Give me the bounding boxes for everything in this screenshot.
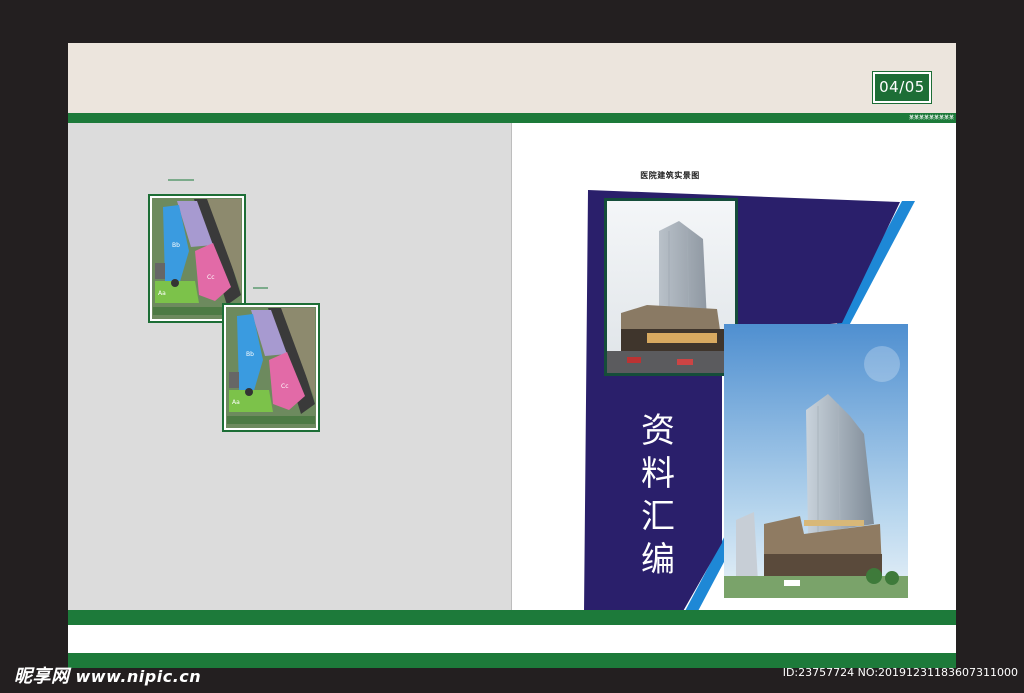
watermark-id: ID:23757724 NO:20191231183607311000 <box>782 666 1018 679</box>
title-char: 汇 <box>641 497 677 537</box>
title-char: 资 <box>641 411 677 451</box>
photo-frame-1 <box>604 198 738 376</box>
header-band <box>68 43 956 113</box>
title-char: 料 <box>641 454 677 494</box>
site-plan-map-2: Bb Aa Cc <box>222 303 320 432</box>
page-number-badge: 04/05 <box>873 72 931 103</box>
watermark-logo-text: 昵享网 <box>14 666 70 687</box>
svg-text:Cc: Cc <box>207 274 215 281</box>
svg-text:Aa: Aa <box>232 399 240 406</box>
building-photo-render <box>724 324 908 598</box>
watermark-url: www.nipic.cn <box>75 667 202 686</box>
photo-caption: 医院建筑实景图 <box>640 171 700 180</box>
watermark-logo: 昵享网 www.nipic.cn <box>14 662 201 688</box>
svg-text:Bb: Bb <box>246 351 254 358</box>
header-small-caption: 某某某某某某某某某 <box>908 115 954 121</box>
bottom-white-band <box>68 625 956 653</box>
vertical-title: 资 料 汇 编 <box>634 410 684 582</box>
title-char: 编 <box>641 540 677 580</box>
site-plan-maps: Bb Aa Cc Bb Aa Cc <box>148 179 320 432</box>
svg-text:Aa: Aa <box>158 290 166 297</box>
building-photo-street <box>607 201 735 373</box>
bottom-green-stripe-1 <box>68 610 956 625</box>
svg-text:Bb: Bb <box>172 242 180 249</box>
svg-text:Cc: Cc <box>281 383 289 390</box>
site-plan-map-1: Bb Aa Cc <box>148 194 246 323</box>
top-green-stripe <box>68 113 956 123</box>
photo-frame-2 <box>724 324 908 598</box>
